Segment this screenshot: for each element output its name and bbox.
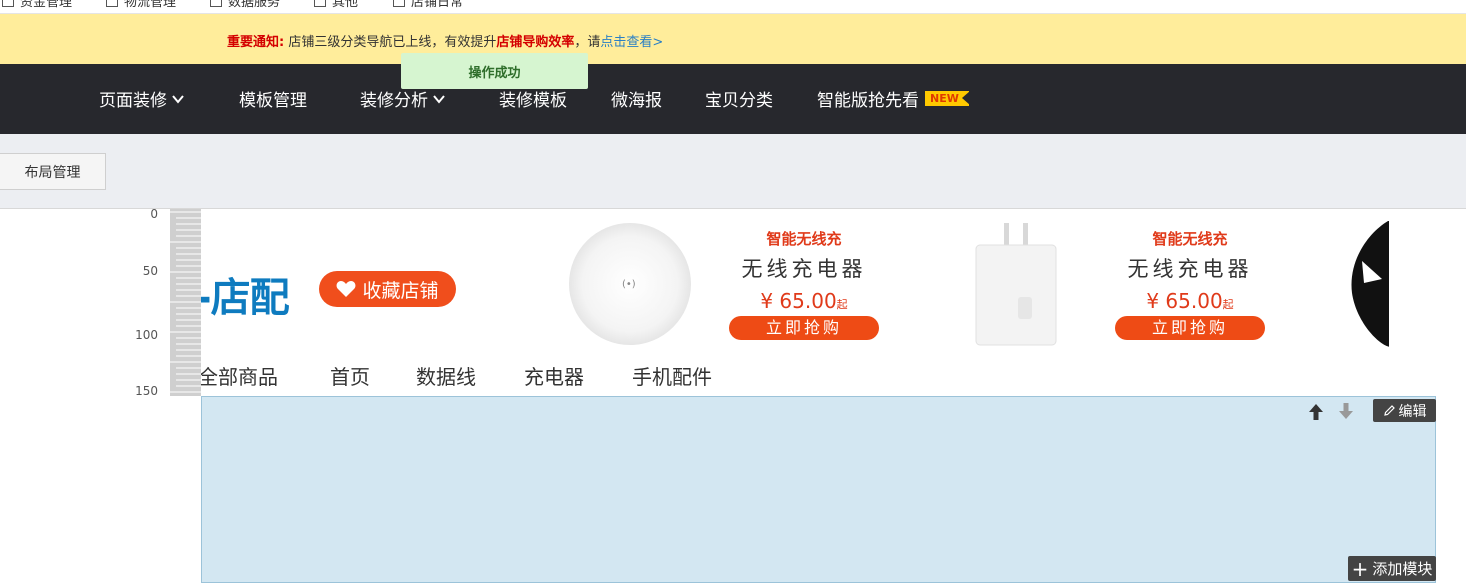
notice-link[interactable]: 点击查看> (600, 35, 663, 50)
nav-item-label: 宝贝分类 (705, 91, 773, 111)
checkbox-icon (314, 0, 326, 7)
shop-nav-all-products[interactable]: 全部商品 (201, 361, 278, 390)
promo-card: 智能无线充 无线充电器 ¥ 65.00起 立即抢购 (1110, 228, 1270, 340)
promo-price-unit: 起 (1222, 298, 1234, 311)
nav-item-label: 页面装修 (99, 91, 167, 111)
top-tab-item[interactable]: 资金管理 (2, 0, 72, 10)
favorite-store-button[interactable]: 收藏店铺 (319, 271, 456, 307)
main-nav: 页面装修 模板管理 装修分析 装修模板 微海报 宝贝分类 智能版抢先看 NEW (0, 64, 1466, 134)
chevron-down-icon (433, 94, 445, 104)
selected-module[interactable]: 编辑 + 添加模块 (201, 396, 1436, 583)
promo-price-value: ¥ 65.00 (1146, 289, 1223, 313)
nav-item-micro-poster[interactable]: 微海报 (611, 86, 662, 111)
nav-item-decoration-templates[interactable]: 装修模板 (499, 86, 567, 111)
plus-icon: + (1351, 556, 1369, 581)
nav-item-template-management[interactable]: 模板管理 (239, 86, 307, 111)
nav-item-smart-preview[interactable]: 智能版抢先看 NEW (817, 86, 970, 111)
move-down-icon[interactable] (1338, 402, 1354, 420)
top-tab-label: 数据服务 (228, 0, 281, 10)
notice-body-end: ，请 (574, 35, 601, 50)
nav-item-label: 模板管理 (239, 91, 307, 111)
checkbox-icon (2, 0, 14, 7)
promo-price: ¥ 65.00起 (1110, 289, 1270, 313)
chevron-down-icon (172, 94, 184, 104)
shop-nav-cables[interactable]: 数据线 (416, 361, 476, 390)
checkbox-icon (106, 0, 118, 7)
promo-tag: 智能无线充 (766, 230, 842, 248)
notice-bar: 重要通知: 店铺三级分类导航已上线，有效提升店铺导购效率，请点击查看> (0, 14, 1466, 64)
promo-price-unit: 起 (836, 298, 848, 311)
nav-item-label: 装修模板 (499, 91, 567, 111)
top-tab-bar: 资金管理 物流管理 数据服务 其他 店铺日常 (0, 0, 1466, 14)
editor-toolbar: 布局管理 (0, 134, 1466, 209)
heart-icon (337, 281, 356, 297)
nav-item-item-categories[interactable]: 宝贝分类 (705, 86, 773, 111)
promo-card: 智能无线充 无线充电器 ¥ 65.00起 立即抢购 (724, 228, 884, 340)
store-banner: -店配 收藏店铺 (•) 智能无线充 无线充电器 ¥ 65.00起 立即抢购 智… (201, 209, 1389, 396)
top-tab-label: 资金管理 (20, 0, 73, 10)
top-tab-label: 店铺日常 (411, 0, 464, 10)
promo-title: 无线充电器 (741, 257, 867, 281)
layout-management-button[interactable]: 布局管理 (0, 153, 106, 190)
ruler-label: 150 (135, 384, 158, 398)
power-adapter-image (975, 223, 1057, 346)
top-tab-item[interactable]: 物流管理 (106, 0, 176, 10)
promo-title: 无线充电器 (1127, 257, 1253, 281)
nav-item-page-decoration[interactable]: 页面装修 (99, 86, 186, 111)
notice-highlight: 店铺导购效率 (496, 35, 575, 50)
ruler-label: 100 (135, 328, 158, 342)
ruler-label: 50 (142, 264, 158, 278)
top-tab-item[interactable]: 数据服务 (210, 0, 280, 10)
new-badge: NEW (925, 91, 970, 106)
move-up-icon[interactable] (1308, 403, 1324, 421)
phone-case-image (1351, 221, 1389, 347)
favorite-store-label: 收藏店铺 (362, 279, 439, 302)
shop-nav-phone-accessories[interactable]: 手机配件 (632, 361, 712, 390)
nav-item-label: 装修分析 (360, 91, 428, 111)
store-logo: -店配 (201, 275, 290, 321)
success-toast: 操作成功 (401, 53, 588, 89)
notice-label: 重要通知: (227, 35, 285, 50)
wireless-charger-image: (•) (569, 223, 691, 345)
add-module-button[interactable]: + 添加模块 (1348, 556, 1436, 581)
promo-price: ¥ 65.00起 (724, 289, 884, 313)
top-tab-item[interactable]: 其他 (314, 0, 358, 10)
buy-now-button[interactable]: 立即抢购 (729, 316, 879, 340)
nav-item-label: 微海报 (611, 91, 662, 111)
top-tab-label: 其他 (332, 0, 359, 10)
page: 资金管理 物流管理 数据服务 其他 店铺日常 重要通知: 店铺三级分类导航已上线… (0, 0, 1466, 583)
notice-text: 重要通知: 店铺三级分类导航已上线，有效提升店铺导购效率，请点击查看> (227, 31, 663, 50)
edit-module-button[interactable]: 编辑 (1373, 399, 1436, 422)
shop-nav-home[interactable]: 首页 (330, 361, 370, 390)
ruler-label: 0 (150, 207, 158, 221)
shop-nav-chargers[interactable]: 充电器 (524, 361, 584, 390)
pencil-icon (1383, 405, 1395, 416)
notice-body: 店铺三级分类导航已上线，有效提升 (288, 35, 497, 50)
promo-tag: 智能无线充 (1152, 230, 1228, 248)
nav-item-decoration-analysis[interactable]: 装修分析 (360, 86, 447, 111)
checkbox-icon (393, 0, 405, 7)
top-tab-item[interactable]: 店铺日常 (393, 0, 463, 10)
charger-indicator-icon: (•) (622, 279, 636, 290)
buy-now-button[interactable]: 立即抢购 (1115, 316, 1265, 340)
top-tab-label: 物流管理 (124, 0, 177, 10)
ruler-ticks (170, 209, 201, 396)
checkbox-icon (210, 0, 222, 7)
promo-price-value: ¥ 65.00 (760, 289, 837, 313)
add-module-label: 添加模块 (1372, 560, 1433, 578)
nav-item-label: 智能版抢先看 (817, 91, 919, 111)
edit-module-label: 编辑 (1398, 403, 1427, 420)
